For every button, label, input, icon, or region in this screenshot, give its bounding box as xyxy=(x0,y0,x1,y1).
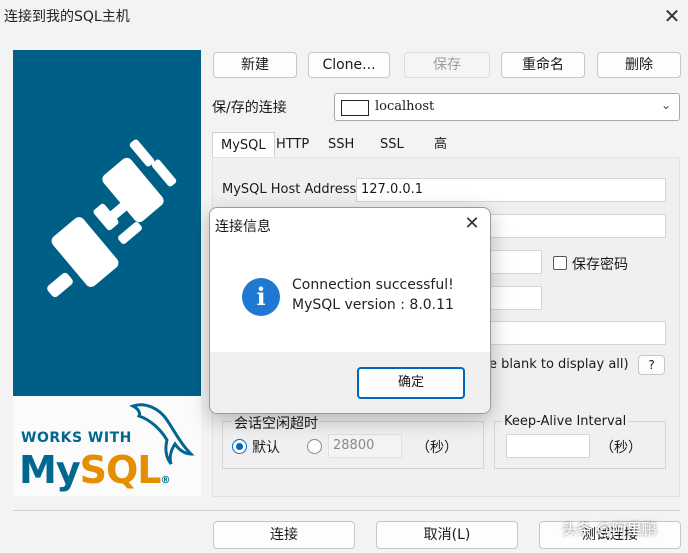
save-password-checkbox[interactable] xyxy=(553,256,567,270)
keepalive-input[interactable] xyxy=(506,434,590,458)
idle-default-label: 默认 xyxy=(252,440,280,456)
watermark-text: 头条 @阿里鹏 xyxy=(562,520,657,538)
connection-info-dialog: 连接信息 ✕ i Connection successful! MySQL ve… xyxy=(209,207,491,414)
saved-connections-value: localhost xyxy=(375,99,435,114)
clone-connection-button[interactable]: Clone... xyxy=(308,52,390,78)
databases-hint: e blank to display all) xyxy=(489,357,629,372)
save-connection-button[interactable]: 保存 xyxy=(404,52,490,78)
dialog-message-line1: Connection successful! xyxy=(292,277,454,293)
idle-custom-value: 28800 xyxy=(333,438,375,453)
plug-icon xyxy=(47,139,177,298)
idle-unit-label: （秒） xyxy=(416,440,458,456)
keepalive-label: Keep-Alive Interval xyxy=(502,414,629,429)
info-icon: i xyxy=(242,278,280,316)
mysql-wordmark: MySQL® xyxy=(19,448,170,492)
tab-mysql[interactable]: MySQL xyxy=(212,132,275,158)
idle-timeout-label: 会话空闲超时 xyxy=(232,413,320,433)
delete-connection-button[interactable]: 删除 xyxy=(597,52,681,78)
tab-http[interactable]: HTTP xyxy=(268,132,317,158)
title-bar: 连接到我的SQL主机 ✕ xyxy=(0,0,688,32)
help-button[interactable]: ? xyxy=(638,355,665,375)
cancel-button[interactable]: 取消(L) xyxy=(376,521,518,549)
window-close-icon[interactable]: ✕ xyxy=(660,4,684,28)
dialog-footer: 确定 xyxy=(210,352,490,413)
dialog-close-icon[interactable]: ✕ xyxy=(460,212,484,236)
saved-connections-select[interactable]: localhost ⌄ xyxy=(334,93,680,121)
sqlyog-banner xyxy=(13,50,201,396)
mysql-logo-box: WORKS WITH MySQL® xyxy=(13,396,201,496)
tab-ssh[interactable]: SSH xyxy=(320,132,362,158)
dialog-title: 连接信息 xyxy=(215,219,271,235)
new-connection-button[interactable]: 新建 xyxy=(213,52,297,78)
host-address-input[interactable]: 127.0.0.1 xyxy=(356,178,666,202)
connection-color-swatch xyxy=(341,100,369,116)
chevron-down-icon: ⌄ xyxy=(661,98,672,112)
dialog-message-line2: MySQL version : 8.0.11 xyxy=(292,297,454,313)
tab-advanced[interactable]: 高级功能 xyxy=(426,132,455,230)
ok-button[interactable]: 确定 xyxy=(357,367,465,399)
idle-default-radio[interactable] xyxy=(232,439,247,454)
host-address-value: 127.0.0.1 xyxy=(361,182,424,197)
rename-connection-button[interactable]: 重命名 xyxy=(501,52,585,78)
tab-ssl[interactable]: SSL xyxy=(372,132,412,158)
works-with-text: WORKS WITH xyxy=(21,430,132,446)
idle-custom-radio[interactable] xyxy=(307,439,322,454)
host-address-label: MySQL Host Address xyxy=(222,182,357,197)
connect-button[interactable]: 连接 xyxy=(213,521,355,549)
footer-divider xyxy=(13,510,680,511)
save-password-label: 保存密码 xyxy=(572,257,628,273)
saved-connections-label: 保/存的连接 xyxy=(212,100,287,116)
window-title: 连接到我的SQL主机 xyxy=(4,9,130,25)
idle-custom-input[interactable]: 28800 xyxy=(328,434,402,458)
keepalive-unit-label: （秒） xyxy=(600,440,642,456)
